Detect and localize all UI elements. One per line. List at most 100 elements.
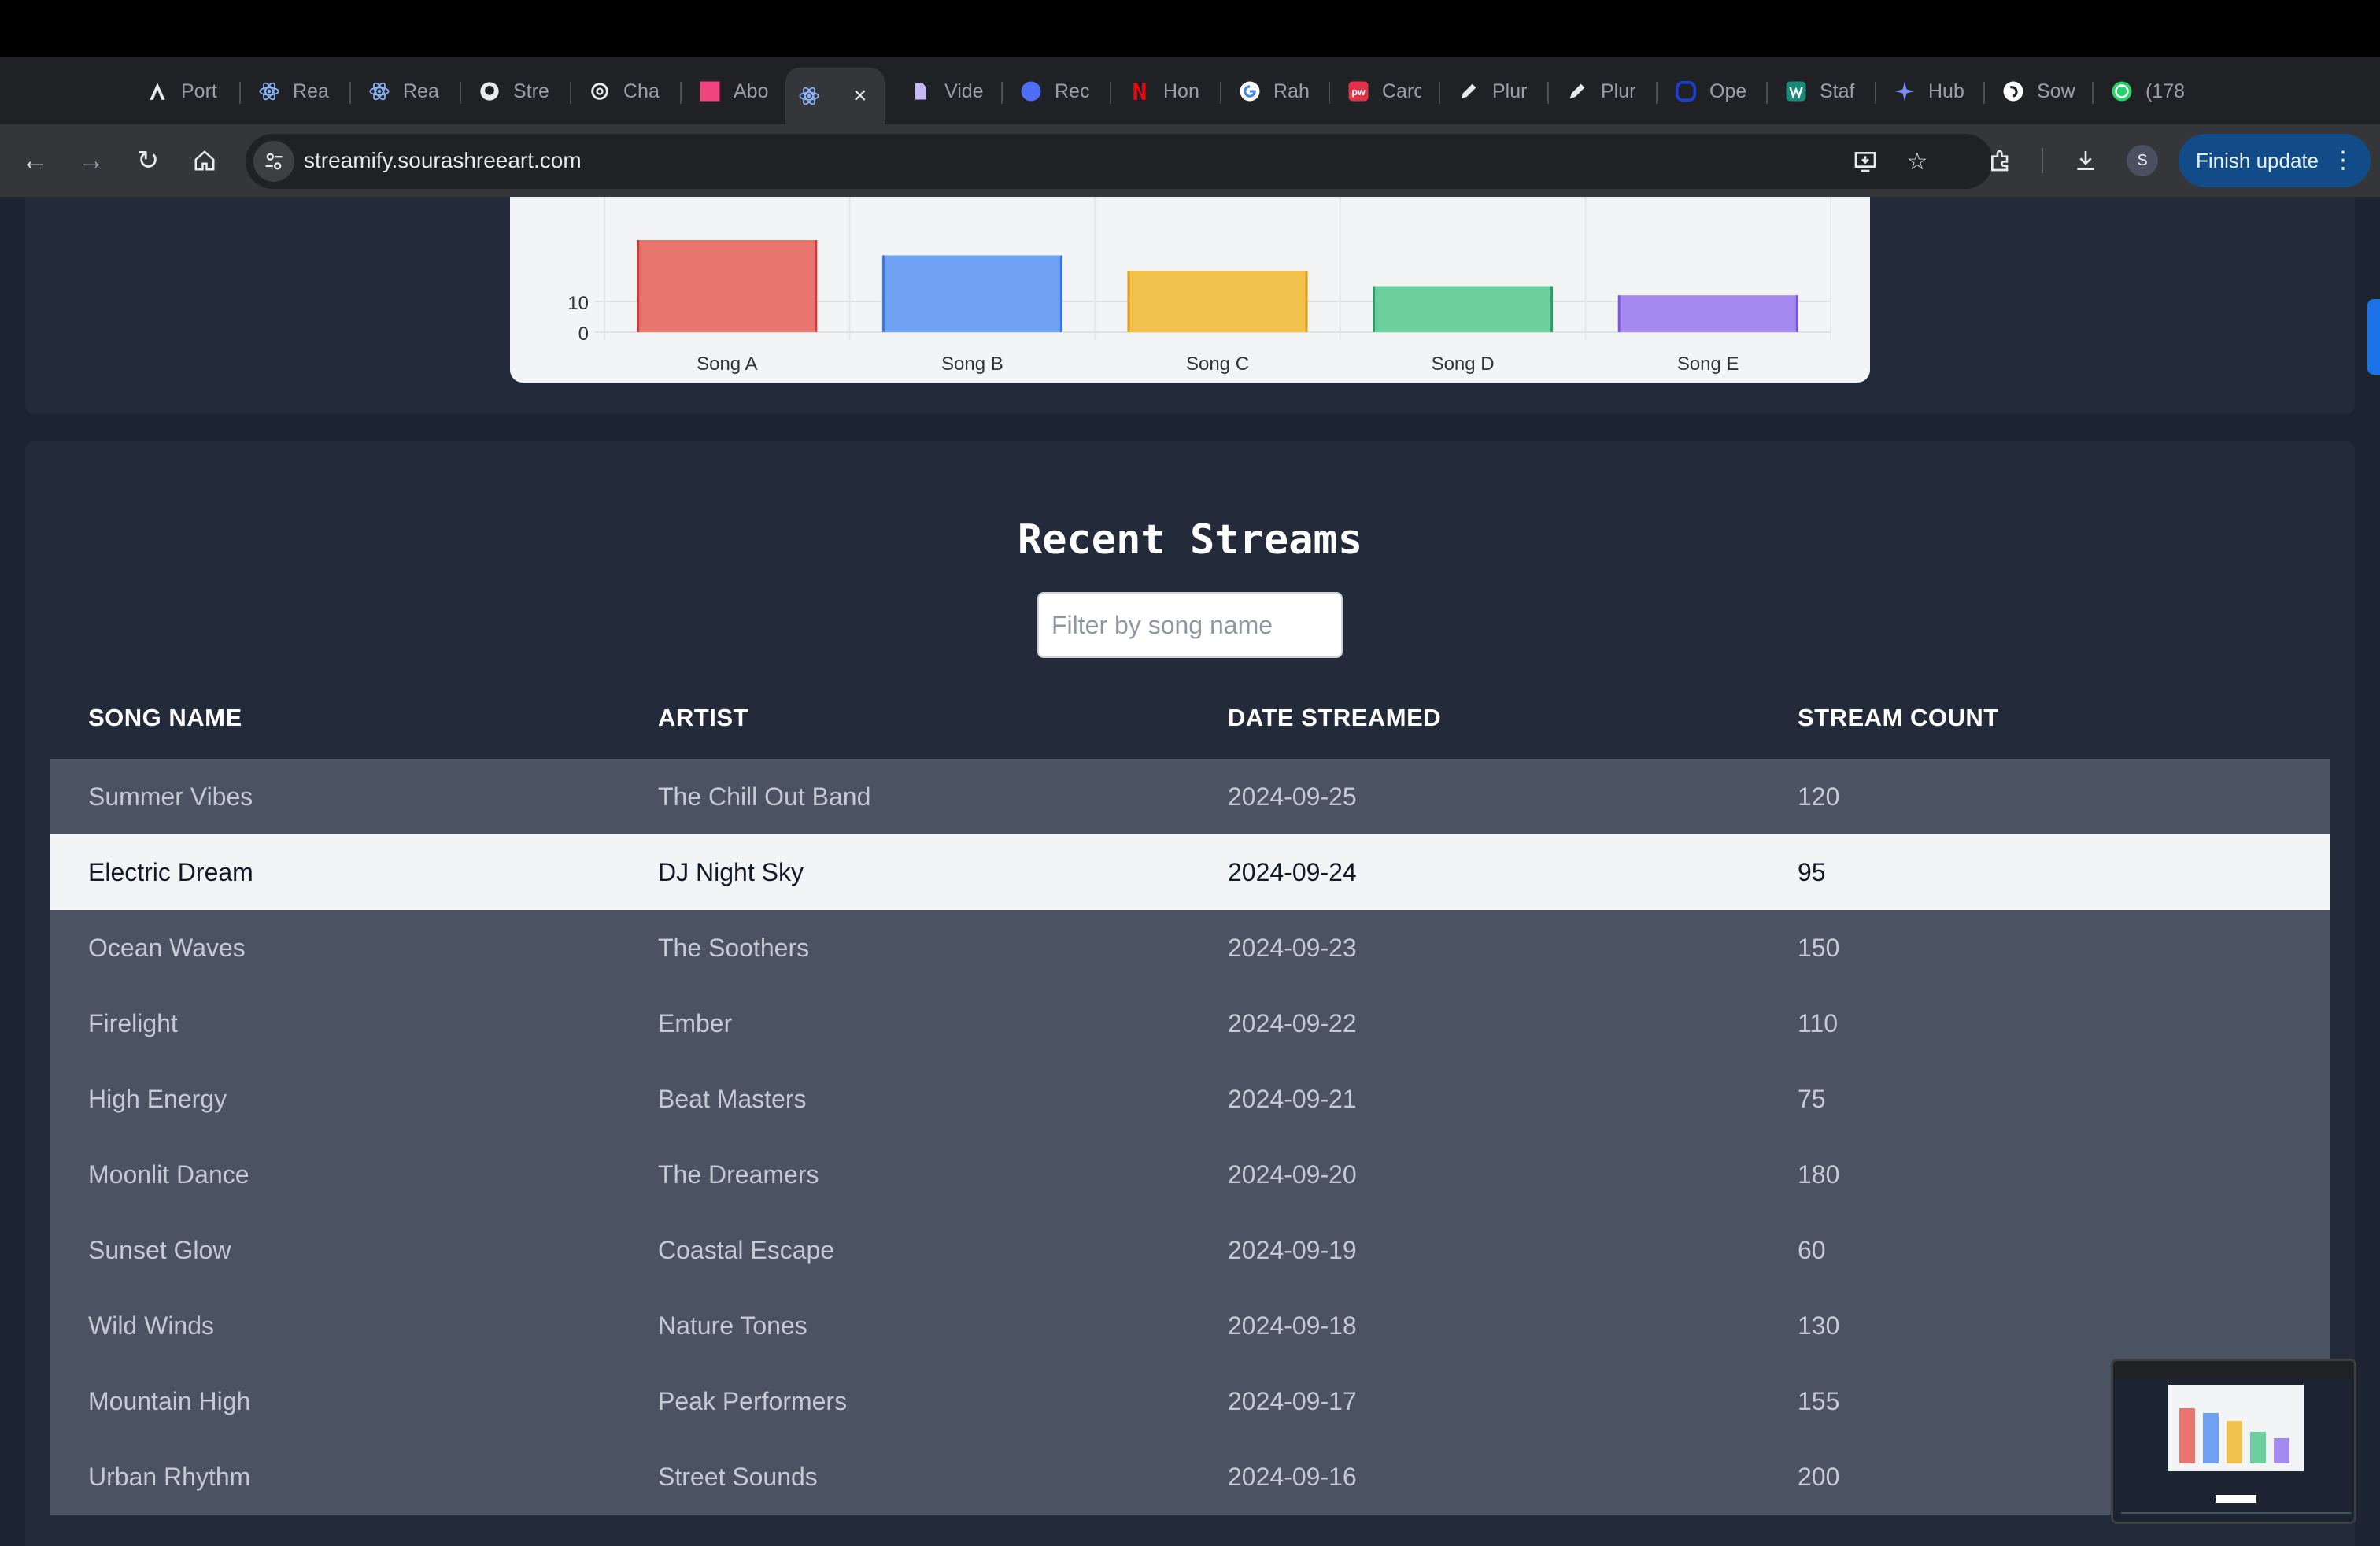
netflix-icon — [1127, 79, 1152, 104]
screen-preview-thumbnail[interactable] — [2111, 1359, 2356, 1524]
url-text[interactable]: streamify.sourashreeart.com — [304, 148, 582, 173]
column-header-stream-count[interactable]: STREAM COUNT — [1798, 704, 1999, 732]
tab-separator — [680, 82, 682, 104]
tab-separator — [349, 82, 351, 104]
bar-chart: 0 10 Song A Song B Song C Song D Song E — [567, 197, 1831, 375]
table-header: SONG NAME ARTIST DATE STREAMED STREAM CO… — [50, 677, 2330, 759]
browser-tab-13[interactable]: Plur — [1554, 68, 1640, 115]
tab-separator — [239, 82, 241, 104]
browser-tab-6[interactable]: × — [785, 68, 885, 124]
table-row[interactable]: Ocean Waves The Soothers 2024-09-23 150 — [50, 910, 2330, 986]
table-row[interactable]: Mountain High Peak Performers 2024-09-17 15… — [50, 1363, 2330, 1439]
bar[interactable] — [1619, 295, 1798, 332]
streams-table: SONG NAME ARTIST DATE STREAMED STREAM CO… — [50, 677, 2330, 1515]
section-title: Recent Streams — [1017, 516, 1363, 564]
menu-bar — [0, 0, 2380, 57]
finish-update-button[interactable]: Finish update ⋮ — [2179, 134, 2371, 187]
table-row[interactable]: Electric Dream DJ Night Sky 2024-09-24 95 — [50, 834, 2330, 910]
bookmark-star-icon[interactable]: ☆ — [1903, 147, 1931, 176]
browser-tab-11[interactable]: pw Carc — [1335, 68, 1421, 115]
table-row[interactable]: Firelight Ember 2024-09-22 110 — [50, 986, 2330, 1061]
cell-song-name: Firelight — [88, 1008, 178, 1037]
table-row[interactable]: Wild Winds Nature Tones 2024-09-18 130 — [50, 1288, 2330, 1363]
browser-tab-14[interactable]: Ope — [1662, 68, 1749, 115]
browser-tab-1[interactable]: Rea — [246, 68, 332, 115]
table-row[interactable]: High Energy Beat Masters 2024-09-21 75 — [50, 1061, 2330, 1137]
cell-date-streamed: 2024-09-19 — [1228, 1235, 1357, 1264]
tab-title: (178 — [2145, 80, 2185, 102]
cell-song-name: Mountain High — [88, 1386, 251, 1415]
cell-stream-count: 155 — [1798, 1386, 1840, 1415]
browser-tab-4[interactable]: Cha — [576, 68, 663, 115]
browser-tab-17[interactable]: Sow — [1990, 68, 2076, 115]
reload-icon[interactable]: ↻ — [128, 140, 168, 181]
table-row[interactable]: Urban Rhythm Street Sounds 2024-09-16 200 — [50, 1439, 2330, 1515]
browser-tab-18[interactable]: (178 — [2098, 68, 2185, 115]
column-header-artist[interactable]: ARTIST — [658, 704, 748, 732]
table-row[interactable]: Sunset Glow Coastal Escape 2024-09-19 60 — [50, 1212, 2330, 1288]
bar[interactable] — [638, 240, 816, 332]
browser-tab-5[interactable]: Abo — [686, 68, 773, 115]
song-filter-input[interactable] — [1037, 592, 1343, 658]
browser-tab-8[interactable]: Rec — [1007, 68, 1094, 115]
x-tick-label: Song D — [1432, 353, 1495, 375]
blue-circle-icon — [1018, 79, 1044, 104]
browser-tab-15[interactable]: Staf — [1772, 68, 1859, 115]
cell-artist: Beat Masters — [658, 1084, 807, 1113]
cell-song-name: Sunset Glow — [88, 1235, 231, 1264]
table-body: Summer Vibes The Chill Out Band 2024-09-25… — [50, 759, 2330, 1515]
cell-date-streamed: 2024-09-16 — [1228, 1462, 1357, 1491]
react-icon — [367, 79, 392, 104]
x-tick-label: Song E — [1677, 353, 1739, 375]
table-row[interactable]: Moonlit Dance The Dreamers 2024-09-20 180 — [50, 1137, 2330, 1212]
cell-date-streamed: 2024-09-20 — [1228, 1160, 1357, 1189]
browser-tab-7[interactable]: Vide — [897, 68, 984, 115]
browser-tab-16[interactable]: Hub — [1881, 68, 1968, 115]
browser-tab-0[interactable]: Port — [134, 68, 220, 115]
tab-separator — [460, 82, 461, 104]
close-tab-icon[interactable]: × — [853, 83, 867, 109]
tab-separator — [1875, 82, 1876, 104]
chart-section: 0 10 Song A Song B Song C Song D Song E — [25, 197, 2355, 414]
cell-date-streamed: 2024-09-24 — [1228, 857, 1357, 886]
bar[interactable] — [883, 255, 1062, 333]
pw-icon: pw — [1346, 79, 1371, 104]
column-header-date-streamed[interactable]: DATE STREAMED — [1228, 704, 1441, 732]
x-tick-label: Song C — [1186, 353, 1249, 375]
cell-date-streamed: 2024-09-23 — [1228, 933, 1357, 962]
scrollbar-thumb[interactable] — [2367, 299, 2380, 375]
cell-song-name: Urban Rhythm — [88, 1462, 251, 1491]
back-arrow-icon[interactable]: ← — [14, 140, 55, 181]
bar[interactable] — [1373, 286, 1552, 333]
bar[interactable] — [1129, 271, 1306, 332]
browser-tab-2[interactable]: Rea — [356, 68, 442, 115]
extensions-icon[interactable] — [1980, 140, 2021, 181]
finish-update-label: Finish update — [2196, 149, 2319, 172]
cell-date-streamed: 2024-09-25 — [1228, 782, 1357, 811]
site-info-icon[interactable] — [253, 141, 294, 182]
downloads-icon[interactable] — [2065, 140, 2106, 181]
chart-card: 0 10 Song A Song B Song C Song D Song E — [510, 197, 1870, 383]
browser-tab-12[interactable]: Plur — [1445, 68, 1532, 115]
browser-tab-10[interactable]: Rah — [1226, 68, 1313, 115]
tab-title: Rea — [403, 80, 439, 102]
install-app-icon[interactable] — [1851, 147, 1879, 176]
cell-artist: Coastal Escape — [658, 1235, 835, 1264]
tab-title: Sow — [2037, 80, 2075, 102]
browser-tab-9[interactable]: Hon — [1116, 68, 1203, 115]
address-bar[interactable]: streamify.sourashreeart.com ☆ — [246, 134, 1993, 189]
forward-arrow-icon[interactable]: → — [71, 140, 112, 181]
browser-tab-3[interactable]: Stre — [466, 68, 552, 115]
tab-title: Rec — [1055, 80, 1090, 102]
table-row[interactable]: Summer Vibes The Chill Out Band 2024-09-25… — [50, 759, 2330, 834]
tab-title: Carc — [1382, 80, 1421, 102]
cell-artist: Street Sounds — [658, 1462, 818, 1491]
tab-title: Cha — [623, 80, 660, 102]
profile-avatar[interactable]: S — [2127, 145, 2158, 176]
more-menu-icon[interactable]: ⋮ — [2331, 134, 2355, 187]
home-icon[interactable] — [184, 140, 225, 181]
cell-artist: The Dreamers — [658, 1160, 819, 1189]
cell-stream-count: 120 — [1798, 782, 1840, 811]
column-header-song-name[interactable]: SONG NAME — [88, 704, 242, 732]
cell-song-name: Electric Dream — [88, 857, 253, 886]
